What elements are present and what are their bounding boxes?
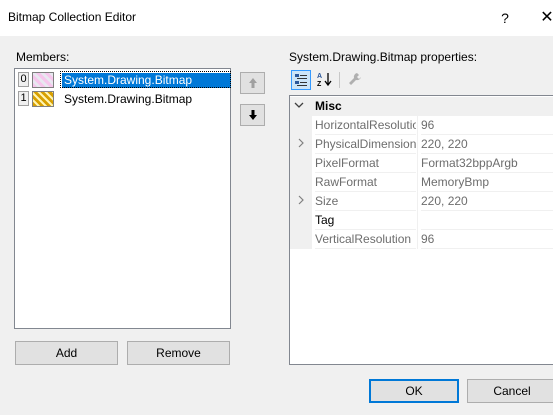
category-name: Misc	[315, 99, 342, 113]
ok-button[interactable]: OK	[369, 379, 459, 403]
property-grid-toolbar: A Z	[289, 69, 553, 95]
categorized-button[interactable]	[291, 70, 311, 90]
property-value-input[interactable]	[421, 211, 553, 230]
property-name: HorizontalResolution	[315, 116, 416, 135]
property-value[interactable]: MemoryBmp	[421, 173, 553, 192]
alphabetical-icon: A Z	[317, 73, 332, 88]
chevron-right-icon	[298, 195, 304, 205]
row-gutter	[290, 173, 312, 192]
property-row-tag[interactable]: Tag	[290, 211, 553, 230]
svg-text:A: A	[317, 73, 322, 80]
svg-text:Z: Z	[317, 81, 322, 87]
property-name: Size	[315, 192, 416, 211]
title-bar: Bitmap Collection Editor ? ✕	[0, 0, 553, 36]
collapse-chevron-icon[interactable]	[294, 97, 308, 116]
members-label: Members:	[16, 50, 70, 64]
row-gutter	[290, 230, 312, 249]
toolbar-separator	[339, 72, 340, 88]
member-index: 0	[18, 72, 29, 87]
column-divider	[417, 135, 418, 154]
property-value[interactable]: 220, 220	[421, 135, 553, 154]
remove-button[interactable]: Remove	[127, 341, 230, 365]
property-value[interactable]: 96	[421, 116, 553, 135]
property-value[interactable]: Format32bppArgb	[421, 154, 553, 173]
move-down-button[interactable]	[240, 104, 265, 126]
arrow-up-icon	[248, 78, 257, 88]
chevron-right-icon	[298, 138, 304, 148]
property-name: RawFormat	[315, 173, 416, 192]
property-name: VerticalResolution	[315, 230, 416, 249]
chevron-down-icon	[294, 102, 304, 108]
properties-label: System.Drawing.Bitmap properties:	[289, 50, 478, 64]
cancel-button[interactable]: Cancel	[467, 379, 553, 403]
arrow-down-icon	[248, 110, 257, 120]
list-item[interactable]: 1 System.Drawing.Bitmap	[16, 90, 229, 108]
row-gutter	[290, 154, 312, 173]
property-pages-button[interactable]	[345, 70, 365, 90]
member-name: System.Drawing.Bitmap	[64, 92, 193, 106]
column-divider	[417, 192, 418, 211]
column-divider	[417, 154, 418, 173]
wrench-icon	[349, 73, 361, 85]
categorized-icon	[295, 74, 307, 86]
help-button[interactable]: ?	[493, 7, 517, 29]
property-row-rawformat[interactable]: RawFormat MemoryBmp	[290, 173, 553, 192]
property-row-pixelformat[interactable]: PixelFormat Format32bppArgb	[290, 154, 553, 173]
category-row-misc[interactable]: Misc	[290, 97, 553, 116]
column-divider	[417, 173, 418, 192]
property-value[interactable]: 220, 220	[421, 192, 553, 211]
property-name: Tag	[315, 211, 416, 230]
column-divider	[417, 230, 418, 249]
bitmap-thumbnail-icon	[32, 91, 54, 107]
property-value[interactable]: 96	[421, 230, 553, 249]
window-title: Bitmap Collection Editor	[8, 10, 137, 24]
move-up-button[interactable]	[240, 72, 265, 94]
bitmap-thumbnail-icon	[32, 72, 54, 88]
member-index: 1	[18, 91, 29, 106]
expand-chevron-icon[interactable]	[290, 135, 312, 154]
expand-chevron-icon[interactable]	[290, 192, 312, 211]
members-list[interactable]: 0 System.Drawing.Bitmap 1 System.Drawing…	[14, 68, 231, 329]
property-name: PixelFormat	[315, 154, 416, 173]
property-row-physicaldimension[interactable]: PhysicalDimension 220, 220	[290, 135, 553, 154]
alphabetical-button[interactable]: A Z	[315, 70, 335, 90]
property-name: PhysicalDimension	[315, 135, 416, 154]
row-gutter	[290, 211, 312, 230]
row-gutter	[290, 116, 312, 135]
property-row-horizontalresolution[interactable]: HorizontalResolution 96	[290, 116, 553, 135]
property-grid[interactable]: Misc HorizontalResolution 96 PhysicalDim…	[289, 95, 553, 365]
column-divider	[417, 116, 418, 135]
list-item[interactable]: 0 System.Drawing.Bitmap	[16, 71, 231, 89]
property-row-verticalresolution[interactable]: VerticalResolution 96	[290, 230, 553, 249]
add-button[interactable]: Add	[15, 341, 118, 365]
member-name: System.Drawing.Bitmap	[62, 73, 231, 88]
property-row-size[interactable]: Size 220, 220	[290, 192, 553, 211]
close-button[interactable]: ✕	[535, 7, 553, 29]
column-divider	[417, 211, 418, 230]
